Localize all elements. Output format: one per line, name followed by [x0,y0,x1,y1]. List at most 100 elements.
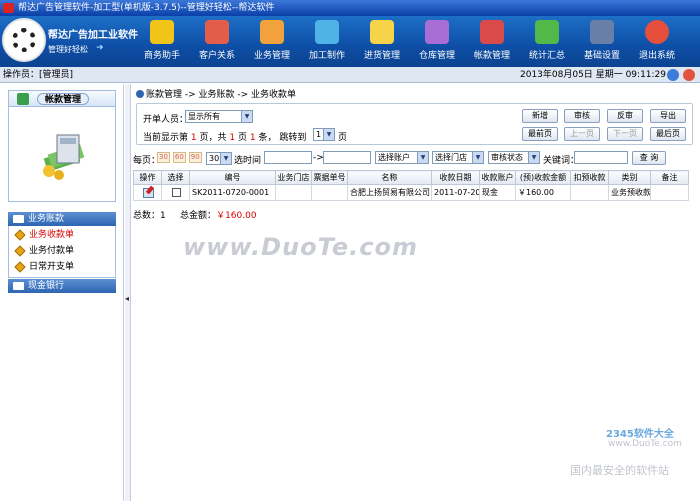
cell-code: SK2011-0720-0001 [189,184,276,201]
pencil-notepad-icon [150,20,174,44]
cubes-icon [315,20,339,44]
cell-date: 2011-07-20 [431,184,480,201]
window-title: 帮达广告管理软件-加工型(单机版-3.7.5)--管理好轻松--帮达软件 [18,3,275,13]
prev-page-button[interactable]: 上一页 [564,127,600,141]
datetime: 2013年08月05日 星期一 09:11:29 [520,67,666,83]
sidebar-item-receipt[interactable]: 业务收款单 [14,228,74,242]
col-header[interactable]: (预)收款金额 [515,170,571,185]
nav-business-assistant[interactable]: 商务助手 [136,17,188,65]
audit-button[interactable]: 审核 [564,109,600,123]
summary-amount-label: 总金额： [180,211,217,221]
per-page-label: 每页： [133,156,161,166]
col-header[interactable]: 选择 [161,170,190,185]
nav-accounts[interactable]: 帐款管理 [466,17,518,65]
top-banner: 帮达广告加工业软件 管理好轻松 ➜ 商务助手 客户关系 业务管理 加工制作 进货… [0,16,700,67]
cell-category: 业务预收款 [608,184,651,201]
col-header[interactable]: 票据单号 [311,170,348,185]
home-icon [136,90,144,98]
sidebar-module-card: 帐款管理 [8,90,116,202]
nav-purchase[interactable]: 进货管理 [356,17,408,65]
time-label: 选时间 [234,156,262,166]
app-icon [3,3,14,13]
nav-business-management[interactable]: 业务管理 [246,17,298,65]
sidebar-group-business-accounts[interactable]: 业务账款 [8,212,116,226]
account-select[interactable]: 选择账户 ▼ [375,151,429,164]
unaudit-button[interactable]: 反审 [607,109,643,123]
first-page-button[interactable]: 最前页 [522,127,558,141]
query-button[interactable]: 查 询 [632,151,666,165]
chevron-down-icon: ▼ [528,152,539,163]
watermark: www.DuoTe.com [183,233,418,261]
chevron-down-icon: ▼ [220,153,231,164]
table-header: 操作 选择 编号 业务门店 票据单号 名称 收款日期 收款账户 (预)收款金额 … [133,170,689,185]
col-header[interactable]: 收款账户 [479,170,516,185]
col-header[interactable]: 收款日期 [431,170,480,185]
keyword-input[interactable] [574,151,628,164]
export-button[interactable]: 导出 [650,109,686,123]
nav-statistics[interactable]: 统计汇总 [521,17,573,65]
collapse-arrow-icon[interactable]: ◂ [125,294,129,303]
handler-select[interactable]: 显示所有 ▼ [185,110,253,123]
per-page-select[interactable]: 30 ▼ [206,152,232,165]
end-date-input[interactable] [323,151,371,164]
col-header[interactable]: 备注 [650,170,689,185]
nav-exit[interactable]: 退出系统 [631,17,683,65]
arrow-icon: ➜ [96,43,104,53]
last-page-button[interactable]: 最后页 [650,127,686,141]
per-page-90-button[interactable]: 90 [188,152,202,163]
clipboard-icon [260,20,284,44]
status-bar: 操作员：[管理员] 2013年08月05日 星期一 09:11:29 [0,67,700,83]
per-page-60-button[interactable]: 60 [172,152,186,163]
chevron-down-icon: ▼ [241,111,252,122]
cubes-icon [17,93,29,105]
money-calculator-icon [43,134,85,180]
col-header[interactable]: 业务门店 [275,170,312,185]
refresh-icon[interactable] [667,69,679,81]
add-button[interactable]: 新增 [522,109,558,123]
cell-amount: ￥160.00 [515,184,571,201]
summary-count: 总数：1 [133,211,166,221]
next-page-button[interactable]: 下一页 [607,127,643,141]
sidebar-module-title: 帐款管理 [37,93,90,105]
window-titlebar: 帮达广告管理软件-加工型(单机版-3.7.5)--管理好轻松--帮达软件 [0,0,700,16]
row-checkbox[interactable] [172,188,181,197]
start-date-input[interactable] [264,151,312,164]
col-header[interactable]: 编号 [189,170,276,185]
jump-page-select[interactable]: 1 ▼ [313,128,335,141]
sidebar-group-items: 业务收款单 业务付款单 日常开支单 [8,226,116,278]
money-arrow-icon [480,20,504,44]
summary-amount: ￥160.00 [216,211,257,221]
store-select[interactable]: 选择门店 ▼ [432,151,484,164]
nav-settings[interactable]: 基础设置 [576,17,628,65]
col-header[interactable]: 名称 [347,170,432,185]
notepad-pen-icon [370,20,394,44]
chevron-down-icon: ▼ [323,129,334,140]
cell-bill [311,184,348,201]
people-icon [205,20,229,44]
nav-warehouse[interactable]: 仓库管理 [411,17,463,65]
table-row[interactable]: SK2011-0720-0001 合肥上扬贸易有限公司 2011-07-20 现… [133,184,689,201]
folder-icon [13,282,24,290]
audit-status-select[interactable]: 审核状态 ▼ [488,151,540,164]
col-header[interactable]: 扣预收款 [570,170,609,185]
sidebar-item-payment[interactable]: 业务付款单 [14,244,74,258]
handler-label: 开单人员： [143,115,189,125]
status-weekday: 星期一 [595,70,623,80]
nav-processing[interactable]: 加工制作 [301,17,353,65]
per-page-30-button[interactable]: 30 [157,152,170,163]
sidebar-item-expense[interactable]: 日常开支单 [14,260,74,274]
chevron-down-icon: ▼ [472,152,483,163]
edit-icon[interactable] [143,187,154,198]
exit-icon [645,20,669,44]
per-page-quick: 30 60 90 [157,152,202,163]
sidebar-group-cash-bank[interactable]: 现金银行 [8,279,116,293]
col-header[interactable]: 类别 [608,170,651,185]
page-info: 当前显示第 1 页，共 1 页 1 条， 跳转到 [143,133,307,143]
receipt-table: 操作 选择 编号 业务门店 票据单号 名称 收款日期 收款账户 (预)收款金额 … [133,170,689,201]
settings-doc-icon [590,20,614,44]
brand-name: 帮达广告加工业软件 [48,30,138,41]
col-header[interactable]: 操作 [133,170,162,185]
close-icon[interactable] [683,69,695,81]
diamond-icon [14,245,26,257]
nav-customer-relations[interactable]: 客户关系 [191,17,243,65]
